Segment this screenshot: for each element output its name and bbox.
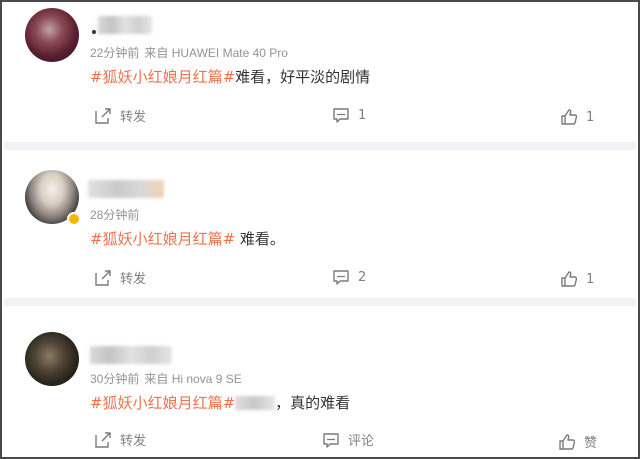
separator: [4, 142, 636, 150]
share-arrow-icon: [95, 107, 111, 124]
repost-button[interactable]: 转发: [94, 106, 146, 125]
like-count: 1: [586, 271, 595, 287]
comment-text: #狐妖小红娘月红篇# 难看。: [90, 228, 285, 249]
thumbs-up-icon: [561, 109, 578, 125]
repost-button[interactable]: 转发: [94, 268, 146, 287]
comment-bubble-icon: [333, 270, 349, 285]
like-button[interactable]: 1: [560, 108, 594, 126]
comment-time: 30分钟前: [90, 372, 140, 386]
repost-label: 转发: [120, 434, 147, 449]
comment-time: 22分钟前: [90, 46, 140, 60]
comment-text: #狐妖小红娘月红篇#难看，好平淡的剧情: [90, 66, 370, 87]
comment-bubble-icon: [323, 432, 339, 448]
username-dot: [92, 30, 96, 34]
repost-button[interactable]: 转发: [94, 430, 146, 449]
verified-badge-icon: [67, 212, 81, 226]
topic-tag[interactable]: #狐妖小红娘月红篇#: [90, 394, 235, 412]
comment-source: 来自 Hi nova 9 SE: [144, 372, 242, 386]
comment-count: 评论: [348, 434, 375, 449]
comment-body: 难看，好平淡的剧情: [235, 68, 371, 86]
comment-meta: 30分钟前 来自 Hi nova 9 SE: [90, 370, 247, 387]
like-button[interactable]: 赞: [558, 432, 597, 451]
like-button[interactable]: 1: [560, 270, 594, 288]
comment-button[interactable]: 1: [332, 106, 366, 124]
thumbs-up-icon: [561, 271, 578, 287]
comment-list: 22分钟前 来自 HUAWEI Mate 40 Pro #狐妖小红娘月红篇#难看，…: [0, 0, 640, 459]
share-arrow-icon: [95, 431, 111, 448]
comment-count: 1: [358, 107, 367, 123]
comment-item: 22分钟前 来自 HUAWEI Mate 40 Pro #狐妖小红娘月红篇#难看，…: [4, 2, 636, 142]
share-arrow-icon: [95, 269, 111, 286]
comment-button[interactable]: 评论: [322, 430, 374, 449]
comment-bubble-icon: [333, 108, 349, 123]
topic-tag[interactable]: #狐妖小红娘月红篇#: [90, 230, 235, 248]
comment-body: ，真的难看: [275, 394, 351, 412]
username-masked[interactable]: [90, 346, 172, 364]
comment-item: 28分钟前 #狐妖小红娘月红篇# 难看。 转发 2 1: [4, 150, 636, 298]
comment-source: 来自 HUAWEI Mate 40 Pro: [144, 46, 288, 60]
masked-text: [235, 396, 276, 410]
comment-item: 30分钟前 来自 Hi nova 9 SE #狐妖小红娘月红篇# ，真的难看 转发 …: [4, 306, 636, 457]
thumbs-up-icon: [559, 433, 576, 450]
comment-button[interactable]: 2: [332, 268, 366, 286]
comment-body: 难看。: [235, 230, 285, 248]
avatar[interactable]: [25, 8, 79, 62]
comment-count: 2: [358, 269, 367, 285]
comment-meta: 28分钟前: [90, 206, 149, 223]
topic-tag[interactable]: #狐妖小红娘月红篇#: [90, 68, 235, 86]
username-masked[interactable]: [98, 16, 152, 34]
comment-text: #狐妖小红娘月红篇# ，真的难看: [90, 392, 350, 413]
comment-meta: 22分钟前 来自 HUAWEI Mate 40 Pro: [90, 44, 293, 61]
separator: [4, 298, 636, 306]
avatar[interactable]: [25, 332, 79, 386]
username-masked[interactable]: [88, 180, 164, 198]
like-count: 1: [586, 109, 595, 125]
repost-label: 转发: [120, 272, 147, 287]
like-count: 赞: [584, 436, 598, 451]
repost-label: 转发: [120, 110, 147, 125]
comment-time: 28分钟前: [90, 208, 140, 222]
